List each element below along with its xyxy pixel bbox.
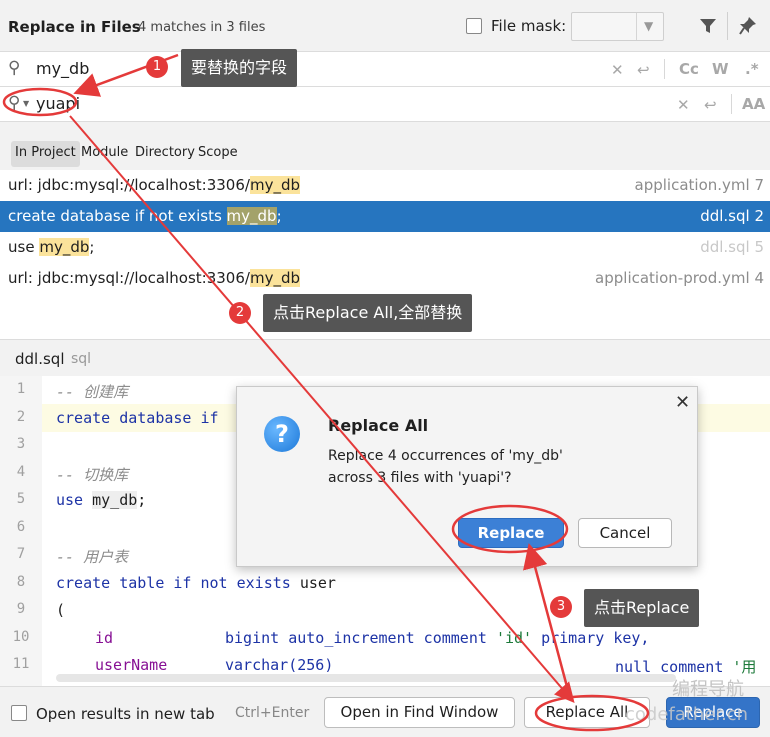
result-text: url: jdbc:mysql://localhost:3306/my_db xyxy=(8,269,300,287)
code-line: create database if xyxy=(56,409,219,427)
code-line: userName xyxy=(95,656,168,674)
history-dropdown-icon[interactable]: ▼ xyxy=(23,99,29,108)
replace-all-dialog: ✕ ? Replace All Replace 4 occurrences of… xyxy=(236,386,698,567)
find-options-divider xyxy=(664,59,665,79)
replace-options-divider xyxy=(731,94,732,114)
shortcut-hint: Ctrl+Enter xyxy=(235,705,310,721)
code-line: bigint auto_increment comment 'id' prima… xyxy=(225,629,650,647)
step1-badge: 1 xyxy=(146,56,168,78)
match-case-icon[interactable]: Cc xyxy=(679,60,699,78)
match-summary: 4 matches in 3 files xyxy=(138,20,266,35)
code-line: ( xyxy=(56,601,66,619)
code-line: -- 创建库 xyxy=(56,383,129,401)
open-find-window-button[interactable]: Open in Find Window xyxy=(324,697,515,728)
line-number: 10 xyxy=(12,629,30,645)
tab-scope[interactable]: Scope xyxy=(194,141,242,167)
file-mask-combo[interactable]: ▼ xyxy=(571,12,664,41)
window-title: Replace in Files xyxy=(8,18,141,36)
code-line: create table if not exists user xyxy=(56,574,336,592)
file-mask-label: File mask: xyxy=(491,17,567,35)
watermark-cn: 编程导航 xyxy=(672,679,744,700)
scope-tabs: In Project Module Directory Scope xyxy=(0,122,770,170)
match-highlight: my_db xyxy=(249,269,300,287)
line-number: 7 xyxy=(16,546,26,562)
result-file: application.yml 7 xyxy=(634,176,764,194)
dialog-replace-button[interactable]: Replace xyxy=(458,518,564,548)
result-file: application-prod.yml 4 xyxy=(595,269,764,287)
clear-icon[interactable]: ✕ xyxy=(611,61,624,79)
line-number: 4 xyxy=(16,464,26,480)
line-number: 1 xyxy=(16,381,26,397)
pin-icon[interactable] xyxy=(739,16,757,36)
match-highlight: my_db xyxy=(39,238,90,256)
result-text: url: jdbc:mysql://localhost:3306/my_db xyxy=(8,176,300,194)
line-number: 9 xyxy=(16,601,26,617)
code-line: varchar(256) xyxy=(225,656,334,674)
line-number: 8 xyxy=(16,574,26,590)
clear-icon[interactable]: ✕ xyxy=(677,96,690,114)
dialog-title: Replace All xyxy=(328,416,429,435)
result-row[interactable]: url: jdbc:mysql://localhost:3306/my_db a… xyxy=(0,263,770,294)
tab-in-project[interactable]: In Project xyxy=(11,141,80,167)
line-number: 3 xyxy=(16,436,26,452)
dialog-cancel-button[interactable]: Cancel xyxy=(578,518,672,548)
result-row[interactable]: use my_db; ddl.sql 5 xyxy=(0,232,770,263)
find-input[interactable]: my_db xyxy=(36,59,89,78)
line-number: 5 xyxy=(16,491,26,507)
code-line: -- 用户表 xyxy=(56,548,129,566)
step2-callout: 点击Replace All,全部替换 xyxy=(263,294,473,332)
close-icon[interactable]: ✕ xyxy=(675,392,690,413)
match-highlight: my_db xyxy=(226,207,277,225)
match-highlight: my_db xyxy=(249,176,300,194)
combo-separator xyxy=(636,13,637,40)
toolbar-divider xyxy=(727,12,728,40)
open-new-tab-checkbox[interactable] xyxy=(11,705,27,721)
step2-badge: 2 xyxy=(229,302,251,324)
preserve-case-icon[interactable]: AA xyxy=(742,95,765,113)
result-file: ddl.sql 2 xyxy=(700,207,764,225)
tab-directory[interactable]: Directory xyxy=(131,141,199,167)
find-row: ⚲ my_db ✕ ↩ Cc W .* xyxy=(0,52,770,87)
new-line-icon[interactable]: ↩ xyxy=(704,96,717,114)
watermark-en: codefather.cn xyxy=(625,704,749,725)
search-icon[interactable]: ⚲ xyxy=(8,58,20,78)
dialog-message-line1: Replace 4 occurrences of 'my_db' xyxy=(328,448,563,464)
replace-input[interactable]: yuapi xyxy=(36,94,80,113)
line-number: 11 xyxy=(12,656,30,672)
file-mask-checkbox[interactable] xyxy=(466,18,482,34)
line-number: 6 xyxy=(16,519,26,535)
horizontal-scrollbar[interactable] xyxy=(56,674,676,682)
replace-row: ⚲ ▼ yuapi ✕ ↩ AA xyxy=(0,87,770,122)
tab-module[interactable]: Module xyxy=(77,141,132,167)
code-line: id xyxy=(95,629,114,647)
step3-callout: 点击Replace xyxy=(584,589,700,627)
result-text: create database if not exists my_db; xyxy=(8,207,282,225)
preview-file-name: ddl.sql xyxy=(15,350,65,368)
whole-words-icon[interactable]: W xyxy=(712,60,729,78)
line-number: 2 xyxy=(16,409,26,425)
search-icon[interactable]: ⚲ xyxy=(8,93,20,113)
open-new-tab-label: Open results in new tab xyxy=(36,705,215,723)
result-row-selected[interactable]: create database if not exists my_db; ddl… xyxy=(0,201,770,232)
code-line: use my_db; xyxy=(56,491,147,509)
step3-badge: 3 xyxy=(550,596,572,618)
chevron-down-icon[interactable]: ▼ xyxy=(644,19,653,33)
filter-icon[interactable] xyxy=(699,17,717,35)
code-line: -- 切换库 xyxy=(56,466,129,484)
result-file: ddl.sql 5 xyxy=(700,238,764,256)
step1-callout: 要替换的字段 xyxy=(181,49,298,87)
regex-icon[interactable]: .* xyxy=(745,60,759,78)
dialog-message-line2: across 3 files with 'yuapi'? xyxy=(328,470,512,486)
preview-language: sql xyxy=(71,351,92,367)
question-icon: ? xyxy=(264,416,300,452)
header-bar: Replace in Files 4 matches in 3 files Fi… xyxy=(0,0,770,52)
result-row[interactable]: url: jdbc:mysql://localhost:3306/my_db a… xyxy=(0,170,770,201)
preview-header: ddl.sql sql xyxy=(0,340,770,376)
new-line-icon[interactable]: ↩ xyxy=(637,61,650,79)
result-text: use my_db; xyxy=(8,238,95,256)
